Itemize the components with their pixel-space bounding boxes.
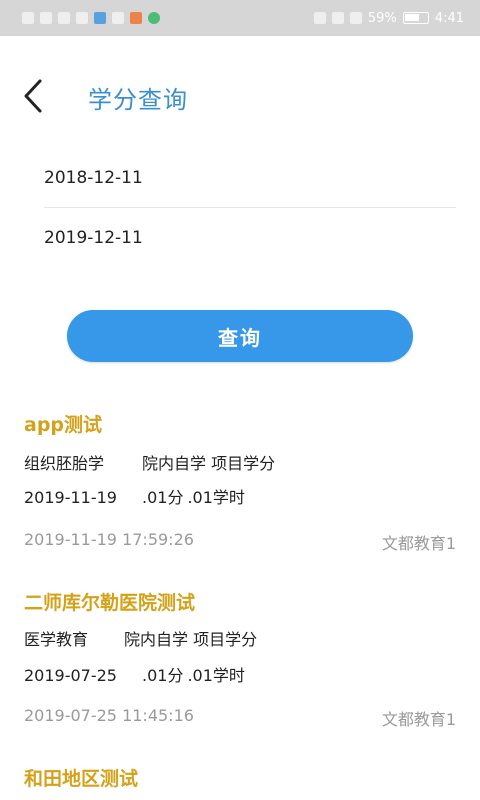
record-title: app测试 xyxy=(24,414,103,436)
wechat-icon xyxy=(112,12,124,24)
record-credit-line: 2019-07-25 .01分 .01学时 xyxy=(24,662,245,686)
record-item[interactable]: 二师库尔勒医院测试 医学教育 院内自学 项目学分 2019-07-25 .01分 .0… xyxy=(0,588,480,738)
status-icons-right: 59% 4:41 xyxy=(313,10,464,26)
app-notification-icon xyxy=(130,12,142,24)
record-credit-line: 2019-11-19 .01分 .01学时 xyxy=(24,484,245,508)
record-course: 医学教育 xyxy=(24,630,89,649)
alarm-icon xyxy=(313,12,326,24)
record-course-line: 医学教育 院内自学 项目学分 xyxy=(24,626,257,650)
record-course: 组织胚胎学 xyxy=(24,454,105,473)
back-button[interactable] xyxy=(18,76,54,116)
eye-icon xyxy=(58,12,70,24)
record-title: 二师库尔勒医院测试 xyxy=(24,592,196,614)
page-title: 学分查询 xyxy=(88,86,188,114)
record-date: 2019-07-25 xyxy=(24,666,117,685)
record-org: 文都教育1 xyxy=(381,534,456,553)
record-item[interactable]: app测试 组织胚胎学 院内自学 项目学分 2019-11-19 .01分 .01学时… xyxy=(0,410,480,560)
record-credits: .01分 xyxy=(142,488,184,507)
app-notification-icon xyxy=(148,12,160,24)
record-category: 院内自学 项目学分 xyxy=(142,454,276,473)
query-button[interactable]: 查询 xyxy=(67,310,413,362)
app-notification-icon xyxy=(94,12,106,24)
signal-icon xyxy=(40,12,52,24)
record-timestamp: 2019-11-19 17:59:26 xyxy=(24,530,194,549)
chevron-left-icon xyxy=(24,79,42,113)
nfc-icon xyxy=(76,12,88,24)
moon-icon xyxy=(331,12,344,24)
mute-icon xyxy=(349,12,362,24)
record-hours: .01学时 xyxy=(187,666,245,685)
hd-icon xyxy=(22,12,34,24)
record-date: 2019-11-19 xyxy=(24,488,117,507)
clock: 4:41 xyxy=(434,10,464,26)
battery-percent: 59% xyxy=(367,10,397,26)
record-course-line: 组织胚胎学 院内自学 项目学分 xyxy=(24,450,275,474)
record-item[interactable]: 和田地区测试 xyxy=(0,764,480,800)
record-org: 文都教育1 xyxy=(381,710,456,729)
record-hours: .01学时 xyxy=(187,488,245,507)
record-timestamp: 2019-07-25 11:45:16 xyxy=(24,706,194,725)
header: 学分查询 xyxy=(0,64,480,128)
status-icons-left xyxy=(22,12,160,24)
record-credits: .01分 xyxy=(142,666,184,685)
status-bar: 59% 4:41 xyxy=(0,0,480,36)
record-category: 院内自学 项目学分 xyxy=(124,630,258,649)
battery-icon xyxy=(402,12,429,24)
end-date-field[interactable]: 2019-12-11 xyxy=(44,228,456,268)
start-date-field[interactable]: 2018-12-11 xyxy=(44,164,456,208)
record-title: 和田地区测试 xyxy=(24,768,139,790)
